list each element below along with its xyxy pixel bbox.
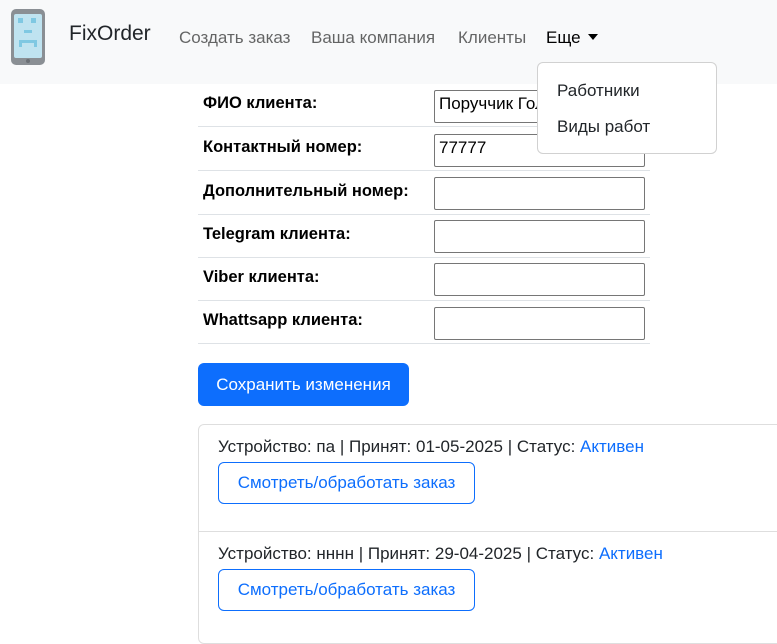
viber-input[interactable]	[434, 263, 645, 296]
accepted-date: 29-04-2025	[434, 544, 522, 563]
status-value: Активен	[580, 437, 644, 456]
nav-create-order[interactable]: Создать заказ	[179, 28, 290, 48]
accepted-date: 01-05-2025	[415, 437, 503, 456]
device-value: па	[316, 437, 336, 456]
status-label: Статус:	[516, 437, 576, 456]
status-value: Активен	[598, 544, 663, 563]
order-item: Устройство: па | Принят: 01-05-2025 | Ст…	[199, 425, 777, 531]
separator: |	[507, 437, 513, 456]
device-label: Устройство:	[218, 544, 312, 563]
view-order-button[interactable]: Смотреть/обработать заказ	[218, 462, 475, 504]
telegram-label: Telegram клиента:	[203, 225, 351, 243]
whatsapp-label: Whattsapp клиента:	[203, 311, 363, 329]
dropdown-item-workers[interactable]: Работники	[557, 81, 640, 101]
save-changes-button[interactable]: Сохранить изменения	[198, 363, 409, 406]
device-label: Устройство:	[218, 437, 312, 456]
caret-down-icon	[587, 34, 598, 40]
nav-clients[interactable]: Клиенты	[458, 28, 526, 48]
more-dropdown-menu: Работники Виды работ	[537, 62, 717, 154]
form-row-extra-number: Дополнительный номер:	[198, 172, 650, 215]
separator: |	[526, 544, 531, 563]
full-name-label: ФИО клиента:	[203, 94, 318, 112]
view-order-button[interactable]: Смотреть/обработать заказ	[218, 569, 475, 611]
nav-more-dropdown[interactable]: Еще	[546, 28, 598, 48]
extra-number-label: Дополнительный номер:	[203, 182, 409, 200]
order-item: Устройство: нннн | Принят: 29-04-2025 | …	[199, 531, 777, 637]
nav-more-label: Еще	[546, 28, 581, 47]
telegram-input[interactable]	[434, 220, 645, 253]
form-row-viber: Viber клиента:	[198, 258, 650, 301]
extra-number-input[interactable]	[434, 177, 645, 210]
viber-label: Viber клиента:	[203, 268, 320, 286]
separator: |	[339, 437, 345, 456]
brand-name[interactable]: FixOrder	[69, 22, 151, 46]
form-row-telegram: Telegram клиента:	[198, 215, 650, 258]
phone-logo-icon[interactable]	[10, 8, 46, 66]
device-value: нннн	[316, 544, 354, 563]
accepted-label: Принят:	[367, 544, 431, 563]
orders-list: Устройство: па | Принят: 01-05-2025 | Ст…	[198, 424, 777, 644]
order-info: Устройство: нннн | Принят: 29-04-2025 | …	[218, 544, 663, 564]
contact-number-label: Контактный номер:	[203, 138, 363, 156]
dropdown-item-work-types[interactable]: Виды работ	[557, 117, 650, 137]
order-info: Устройство: па | Принят: 01-05-2025 | Ст…	[218, 437, 644, 457]
separator: |	[358, 544, 364, 563]
accepted-label: Принят:	[348, 437, 412, 456]
status-label: Статус:	[535, 544, 595, 563]
whatsapp-input[interactable]	[434, 307, 645, 340]
form-row-whatsapp: Whattsapp клиента:	[198, 301, 650, 344]
nav-your-company[interactable]: Ваша компания	[311, 28, 435, 48]
